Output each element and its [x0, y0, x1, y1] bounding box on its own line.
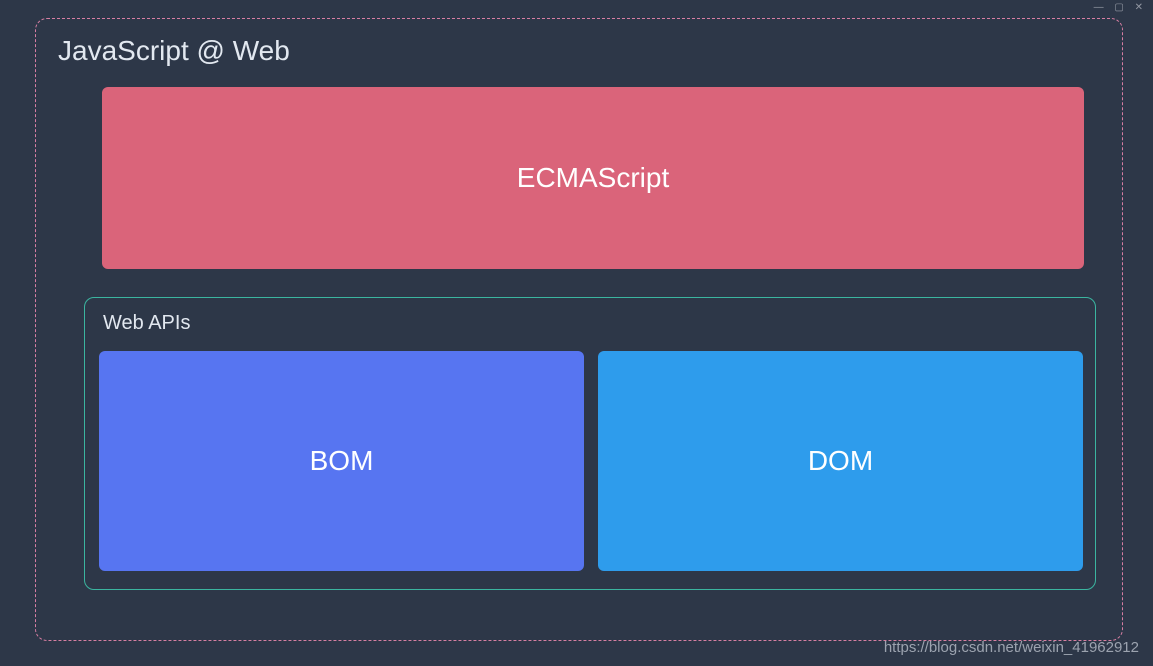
- apis-row: BOM DOM: [99, 351, 1083, 571]
- ecmascript-block: ECMAScript: [102, 87, 1084, 269]
- javascript-web-container: JavaScript @ Web ECMAScript Web APIs BOM…: [35, 18, 1123, 641]
- dom-label: DOM: [808, 445, 873, 477]
- ecmascript-label: ECMAScript: [517, 162, 669, 194]
- dom-block: DOM: [598, 351, 1083, 571]
- watermark: https://blog.csdn.net/weixin_41962912: [884, 639, 1139, 656]
- outer-title: JavaScript @ Web: [58, 35, 1092, 67]
- web-apis-title: Web APIs: [103, 312, 1083, 335]
- web-apis-container: Web APIs BOM DOM: [84, 297, 1096, 590]
- window-controls: — ▢ ✕: [1094, 2, 1147, 13]
- bom-block: BOM: [99, 351, 584, 571]
- bom-label: BOM: [310, 445, 374, 477]
